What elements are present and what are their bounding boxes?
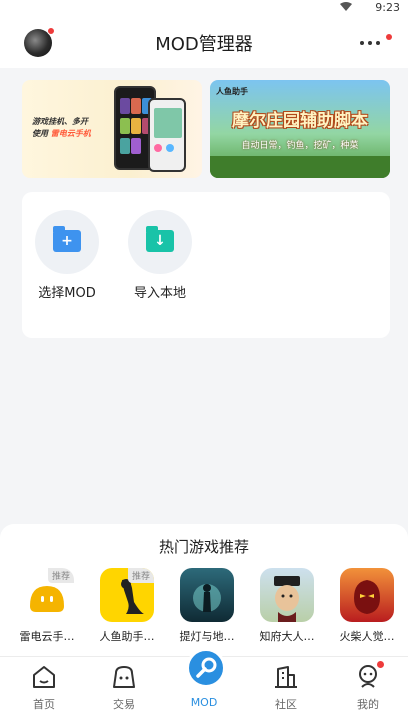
mine-notification-dot	[377, 661, 384, 668]
status-time: 9:23	[375, 1, 400, 14]
bag-icon	[110, 663, 138, 691]
game-item[interactable]: 知府大人…	[252, 568, 322, 644]
banner-line2-highlight: 雷电云手机	[50, 129, 91, 138]
tab-community[interactable]: 社区	[256, 663, 316, 712]
game-icon: 推荐	[100, 568, 154, 622]
select-mod-circle: +	[35, 210, 99, 274]
import-local-button[interactable]: ↓ 导入本地	[120, 210, 200, 301]
phone-tile	[120, 98, 130, 114]
app-header: MOD管理器	[0, 16, 408, 68]
lantern-game-icon	[193, 584, 221, 612]
game-name: 知府大人…	[259, 630, 315, 643]
phone-tile	[131, 138, 141, 154]
phone2-tile	[154, 144, 162, 152]
recommend-tag: 推荐	[127, 568, 154, 583]
more-dot	[368, 41, 372, 45]
banner-line1: 游戏挂机、多开	[32, 117, 88, 126]
select-mod-button[interactable]: + 选择MOD	[27, 210, 107, 301]
recommend-tag: 推荐	[47, 568, 74, 583]
tab-mine-label: 我的	[357, 698, 379, 711]
banner-title: 摩尔庄园辅助脚本	[232, 111, 368, 131]
phone-illustration-2	[148, 98, 186, 172]
building-icon	[272, 663, 300, 691]
phone-tile	[131, 118, 141, 134]
banner-cloud-phone[interactable]: 游戏挂机、多开 使用 雷电云手机	[22, 80, 202, 178]
game-name: 人鱼助手…	[99, 630, 155, 643]
game-item[interactable]: 提灯与地…	[172, 568, 242, 644]
page-title: MOD管理器	[155, 34, 253, 55]
wrench-icon	[196, 657, 217, 678]
tab-mine[interactable]: 我的	[338, 661, 398, 712]
hot-games-title: 热门游戏推荐	[158, 538, 249, 556]
tab-mod-label: MOD	[190, 696, 218, 709]
folder-plus-icon: +	[53, 226, 81, 252]
game-icon: 推荐	[20, 568, 74, 622]
phone-tile	[131, 98, 141, 114]
banner-ground	[210, 156, 390, 178]
game-icon	[340, 568, 394, 622]
mod-fab-button[interactable]	[186, 648, 226, 688]
plus-glyph: +	[61, 233, 73, 249]
import-local-label: 导入本地	[133, 286, 186, 301]
banner-cloud-phone-text: 游戏挂机、多开 使用 雷电云手机	[32, 116, 91, 140]
phone-tile	[120, 138, 130, 154]
stickman-icon	[354, 580, 380, 614]
game-icon	[260, 568, 314, 622]
select-mod-label: 选择MOD	[38, 286, 96, 301]
game-item[interactable]: 推荐 人鱼助手…	[92, 568, 162, 644]
download-glyph: ↓	[154, 233, 166, 249]
hot-games-panel: 热门游戏推荐 推荐 雷电云手… 推荐 人鱼助手… 提灯与地… 知府大人… 火柴人…	[0, 524, 408, 664]
status-bar: 9:23	[0, 0, 408, 16]
wifi-icon	[340, 2, 352, 11]
tab-home-label: 首页	[33, 698, 55, 711]
tab-home[interactable]: 首页	[14, 663, 74, 712]
game-name: 火柴人觉…	[339, 630, 395, 643]
home-icon	[30, 663, 58, 691]
more-dot	[376, 41, 380, 45]
game-name: 提灯与地…	[179, 630, 235, 643]
banner-mole-manor[interactable]: 人鱼助手 摩尔庄园辅助脚本 自动日常，钓鱼，挖矿，种菜	[210, 80, 390, 178]
phone-tile	[120, 118, 130, 134]
tab-trade-label: 交易	[113, 698, 135, 711]
profile-icon	[354, 661, 384, 691]
more-dots-icon	[360, 41, 364, 45]
banner-top-tag: 人鱼助手	[216, 87, 248, 96]
folder-download-icon: ↓	[146, 226, 174, 252]
phone2-tile	[154, 108, 182, 138]
game-name: 雷电云手…	[19, 630, 75, 643]
magistrate-icon	[274, 576, 300, 622]
tab-community-label: 社区	[275, 698, 297, 711]
tab-trade[interactable]: 交易	[94, 663, 154, 712]
more-button[interactable]	[360, 34, 392, 52]
game-item[interactable]: 火柴人觉…	[332, 568, 402, 644]
banner-subtitle: 自动日常，钓鱼，挖矿，种菜	[241, 141, 359, 151]
more-notification-dot	[386, 34, 392, 40]
mod-actions-card: + 选择MOD ↓ 导入本地	[22, 192, 390, 338]
game-icon	[180, 568, 234, 622]
import-local-circle: ↓	[128, 210, 192, 274]
banner-line2: 使用 雷电云手机	[32, 128, 91, 140]
banner-line2-prefix: 使用	[32, 129, 48, 138]
game-item[interactable]: 推荐 雷电云手…	[12, 568, 82, 644]
phone2-tile	[166, 144, 174, 152]
